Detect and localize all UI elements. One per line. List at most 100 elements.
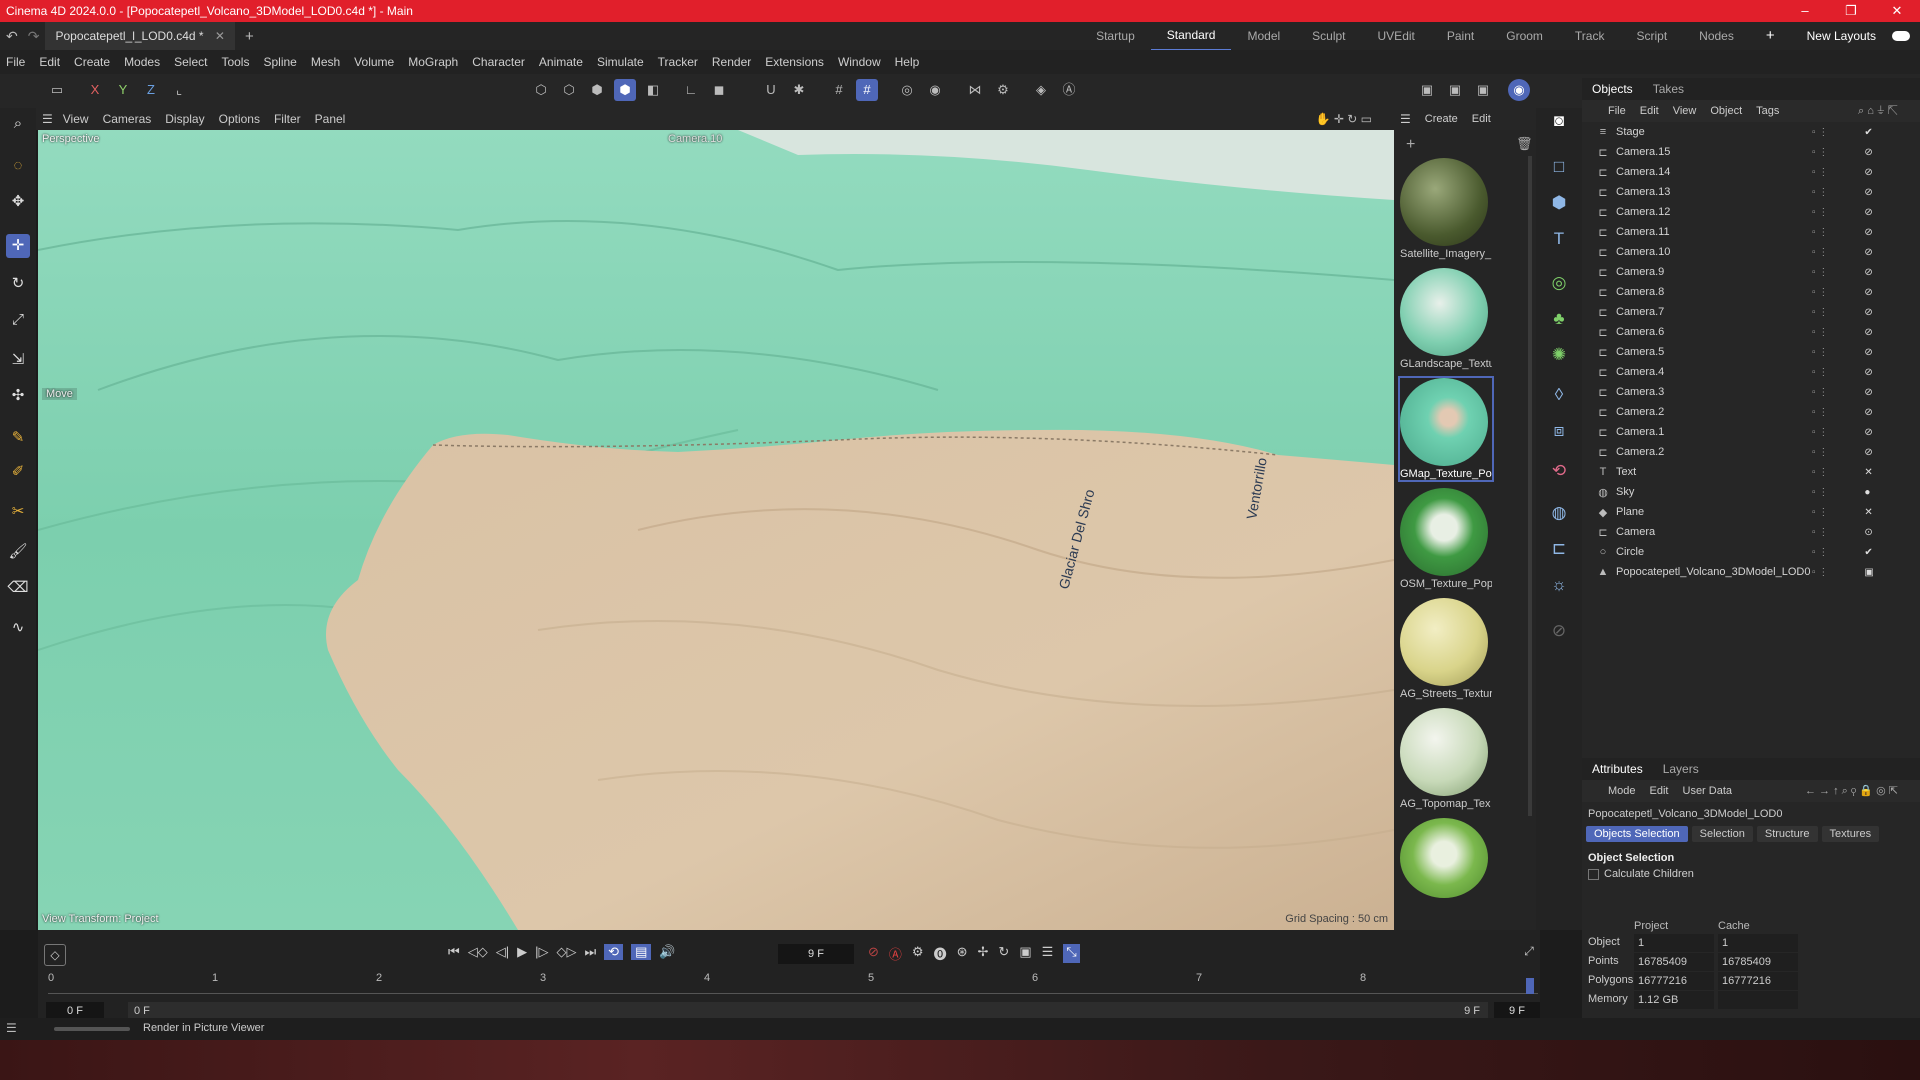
visibility-dots-icon[interactable]: ▫ ⋮ — [1812, 207, 1828, 218]
menu-simulate[interactable]: Simulate — [597, 55, 644, 69]
object-tag-icon[interactable]: ⊘ — [1864, 427, 1872, 438]
play-icon[interactable]: ▶ — [517, 944, 527, 960]
tools-settings-icon[interactable]: ⚙ — [992, 79, 1014, 101]
axis-x-lock[interactable]: X — [84, 79, 106, 101]
keyframe-icon[interactable]: ◇ — [44, 944, 66, 966]
object-tag-icon[interactable]: ⊘ — [1864, 167, 1872, 178]
tab-startup[interactable]: Startup — [1080, 22, 1151, 50]
light-icon[interactable]: ☼ — [1546, 572, 1572, 598]
visibility-dots-icon[interactable]: ▫ ⋮ — [1812, 447, 1828, 458]
edges-mode-icon[interactable]: ⬡ — [558, 79, 580, 101]
subtab-textures[interactable]: Textures — [1821, 826, 1880, 842]
mirror-icon[interactable]: ⋈ — [964, 79, 986, 101]
object-flags[interactable]: ▫ ⋮ ⊘ — [1812, 222, 1873, 242]
transform-tool-icon[interactable]: ✣ — [6, 384, 30, 408]
field-icon[interactable]: ◊ — [1546, 382, 1572, 408]
object-flags[interactable]: ▫ ⋮ ✔ — [1812, 122, 1873, 142]
menu-file[interactable]: File — [6, 55, 25, 69]
visibility-dots-icon[interactable]: ▫ ⋮ — [1812, 147, 1828, 158]
edit-render-settings-icon[interactable]: ▣ — [1472, 79, 1494, 101]
object-flags[interactable]: ▫ ⋮ ⊙ — [1812, 522, 1873, 542]
menu-create[interactable]: Create — [74, 55, 110, 69]
object-flags[interactable]: ▫ ⋮ ✕ — [1812, 502, 1873, 522]
render-to-picture-viewer-icon[interactable]: ▣ — [1444, 79, 1466, 101]
minimize-button[interactable]: – — [1782, 0, 1828, 22]
tab-script[interactable]: Script — [1620, 22, 1683, 50]
object-flags[interactable]: ▫ ⋮ ⊘ — [1812, 362, 1873, 382]
object-tag-icon[interactable]: ✕ — [1864, 467, 1872, 478]
menu-render[interactable]: Render — [712, 55, 751, 69]
tab-sculpt[interactable]: Sculpt — [1296, 22, 1361, 50]
environment-icon[interactable]: ◍ — [1546, 500, 1572, 526]
record-icon[interactable]: ⊘ — [868, 944, 879, 963]
object-row[interactable]: ⊏ Camera.14 ▫ ⋮ ⊘ — [1582, 162, 1920, 182]
visibility-dots-icon[interactable]: ▫ ⋮ — [1812, 327, 1828, 338]
visibility-dots-icon[interactable]: ▫ ⋮ — [1812, 507, 1828, 518]
keyframe-selection-icon[interactable]: ⓿ — [934, 944, 947, 963]
axis-y-lock[interactable]: Y — [112, 79, 134, 101]
object-tag-icon[interactable]: ● — [1864, 487, 1870, 498]
symmetry-icon[interactable]: ◎ — [896, 79, 918, 101]
object-row[interactable]: ⊏ Camera.3 ▫ ⋮ ⊘ — [1582, 382, 1920, 402]
next-key-icon[interactable]: ◇▷ — [556, 944, 576, 960]
snap-settings-icon[interactable]: ✱ — [788, 79, 810, 101]
menu-spline[interactable]: Spline — [263, 55, 296, 69]
material-hamburger-icon[interactable]: ☰ — [1400, 112, 1411, 126]
snap-icon[interactable]: U — [760, 79, 782, 101]
placement-tool-icon[interactable]: ⇲ — [6, 348, 30, 372]
magnet-tool-icon[interactable]: ∿ — [6, 616, 30, 640]
object-row[interactable]: ⊏ Camera.10 ▫ ⋮ ⊘ — [1582, 242, 1920, 262]
interpolation-icon[interactable]: ⤡ — [1063, 944, 1080, 963]
object-row[interactable]: ⊏ Camera.7 ▫ ⋮ ⊘ — [1582, 302, 1920, 322]
tab-groom[interactable]: Groom — [1490, 22, 1559, 50]
brush-tool-icon[interactable]: 🖌 — [6, 540, 30, 564]
tab-track[interactable]: Track — [1559, 22, 1621, 50]
visibility-dots-icon[interactable]: ▫ ⋮ — [1812, 347, 1828, 358]
viewport-solo-icon[interactable]: ◈ — [1030, 79, 1052, 101]
subtab-objects-selection[interactable]: Objects Selection — [1586, 826, 1688, 842]
object-tag-icon[interactable]: ✔ — [1864, 547, 1872, 558]
object-flags[interactable]: ▫ ⋮ ✕ — [1812, 462, 1873, 482]
object-row[interactable]: T Text ▫ ⋮ ✕ — [1582, 462, 1920, 482]
material-item[interactable] — [1400, 818, 1492, 898]
viewport-menu-panel[interactable]: Panel — [315, 112, 346, 126]
attributes-menu-edit[interactable]: Edit — [1650, 785, 1669, 797]
add-layout-button[interactable]: + — [1750, 22, 1791, 50]
viewport-menu-cameras[interactable]: Cameras — [103, 112, 152, 126]
object-row[interactable]: ⊏ Camera.1 ▫ ⋮ ⊘ — [1582, 422, 1920, 442]
object-tag-icon[interactable]: ⊘ — [1864, 227, 1872, 238]
rotate-tool-icon[interactable]: ↻ — [6, 272, 30, 296]
deformer-icon[interactable]: ✺ — [1546, 342, 1572, 368]
object-row[interactable]: ⊏ Camera.6 ▫ ⋮ ⊘ — [1582, 322, 1920, 342]
menu-volume[interactable]: Volume — [354, 55, 394, 69]
object-flags[interactable]: ▫ ⋮ ⊘ — [1812, 382, 1873, 402]
maximize-button[interactable]: ❐ — [1828, 0, 1874, 22]
tab-uvedit[interactable]: UVEdit — [1362, 22, 1431, 50]
object-tag-icon[interactable]: ⊘ — [1864, 367, 1872, 378]
object-tag-icon[interactable]: ⊘ — [1864, 207, 1872, 218]
visibility-dots-icon[interactable]: ▫ ⋮ — [1812, 287, 1828, 298]
objects-search-icon[interactable]: ⌕ ⌂ ⏚ ⇱ — [1858, 105, 1898, 118]
playhead[interactable] — [1526, 978, 1534, 994]
timeline-graph-icon[interactable]: ⤢ — [1518, 944, 1540, 966]
axis-mode-icon[interactable]: ∟ — [680, 79, 702, 101]
camera-create-icon[interactable]: ◙ — [1546, 108, 1572, 134]
material-menu-edit[interactable]: Edit — [1472, 113, 1491, 125]
menu-mesh[interactable]: Mesh — [311, 55, 340, 69]
key-scale-icon[interactable]: ↻ — [998, 944, 1009, 963]
objects-menu-edit[interactable]: Edit — [1640, 105, 1659, 117]
viewport-menu-view[interactable]: View — [63, 112, 89, 126]
record-settings-icon[interactable]: ⚙ — [912, 944, 924, 963]
object-tag-icon[interactable]: ⊘ — [1864, 327, 1872, 338]
new-layouts-button[interactable]: New Layouts — [1791, 22, 1892, 50]
object-row[interactable]: ⊏ Camera.12 ▫ ⋮ ⊘ — [1582, 202, 1920, 222]
search-icon[interactable]: ⌕ — [6, 112, 30, 136]
close-tab-icon[interactable]: ✕ — [215, 29, 225, 43]
tab-paint[interactable]: Paint — [1431, 22, 1490, 50]
cube-icon[interactable]: ⬢ — [1546, 190, 1572, 216]
tab-standard[interactable]: Standard — [1150, 21, 1232, 51]
grid-icon[interactable]: # — [828, 79, 850, 101]
menu-edit[interactable]: Edit — [39, 55, 60, 69]
object-row[interactable]: ◆ Plane ▫ ⋮ ✕ — [1582, 502, 1920, 522]
go-to-end-icon[interactable]: ⏭ — [584, 944, 596, 960]
